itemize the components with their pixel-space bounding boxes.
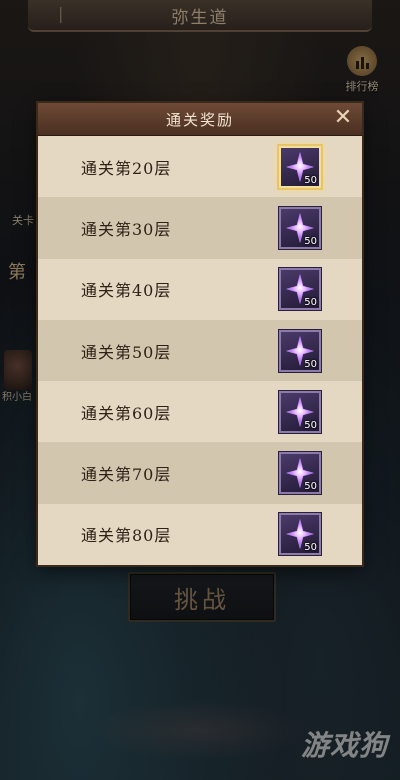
reward-row: 通关第50层 50 — [38, 319, 362, 382]
close-icon[interactable]: ✕ — [332, 107, 354, 129]
modal-header: 通关奖励 ✕ — [38, 103, 362, 136]
reward-item-slot[interactable]: 50 — [279, 268, 321, 311]
clear-reward-modal: 通关奖励 ✕ 通关第20层 50 通关第30层 50 通关第40层 50 通关第50层 50 通… — [38, 103, 362, 566]
reward-row: 通关第20层 50 — [38, 136, 362, 198]
reward-row: 通关第60层 50 — [38, 381, 362, 443]
reward-row-label: 通关第80层 — [81, 526, 172, 546]
reward-list: 通关第20层 50 通关第30层 50 通关第40层 50 通关第50层 50 通关第60层 50… — [38, 136, 362, 566]
reward-item-slot[interactable]: 50 — [279, 145, 321, 188]
reward-count: 50 — [304, 481, 317, 493]
reward-count: 50 — [304, 542, 317, 554]
reward-item-slot[interactable]: 50 — [279, 206, 321, 249]
reward-item-slot[interactable]: 50 — [279, 390, 321, 433]
reward-row-label: 通关第50层 — [81, 342, 172, 362]
reward-row: 通关第40层 50 — [38, 258, 362, 320]
modal-title: 通关奖励 — [165, 110, 234, 129]
reward-row: 通关第70层 50 — [38, 442, 362, 504]
reward-item-slot[interactable]: 50 — [279, 452, 321, 495]
reward-count: 50 — [304, 358, 317, 370]
reward-item-slot[interactable]: 50 — [279, 513, 321, 556]
reward-count: 50 — [304, 235, 317, 247]
reward-row: 通关第80层 50 — [38, 503, 362, 566]
reward-count: 50 — [304, 419, 317, 431]
reward-count: 50 — [304, 297, 317, 309]
reward-row-label: 通关第70层 — [81, 465, 172, 485]
reward-row-label: 通关第20层 — [81, 158, 172, 178]
reward-row: 通关第30层 50 — [38, 197, 362, 259]
reward-item-slot[interactable]: 50 — [279, 329, 321, 372]
reward-count: 50 — [304, 174, 317, 186]
reward-row-label: 通关第40层 — [81, 281, 172, 301]
reward-row-label: 通关第60层 — [81, 403, 172, 423]
reward-row-label: 通关第30层 — [81, 219, 172, 239]
